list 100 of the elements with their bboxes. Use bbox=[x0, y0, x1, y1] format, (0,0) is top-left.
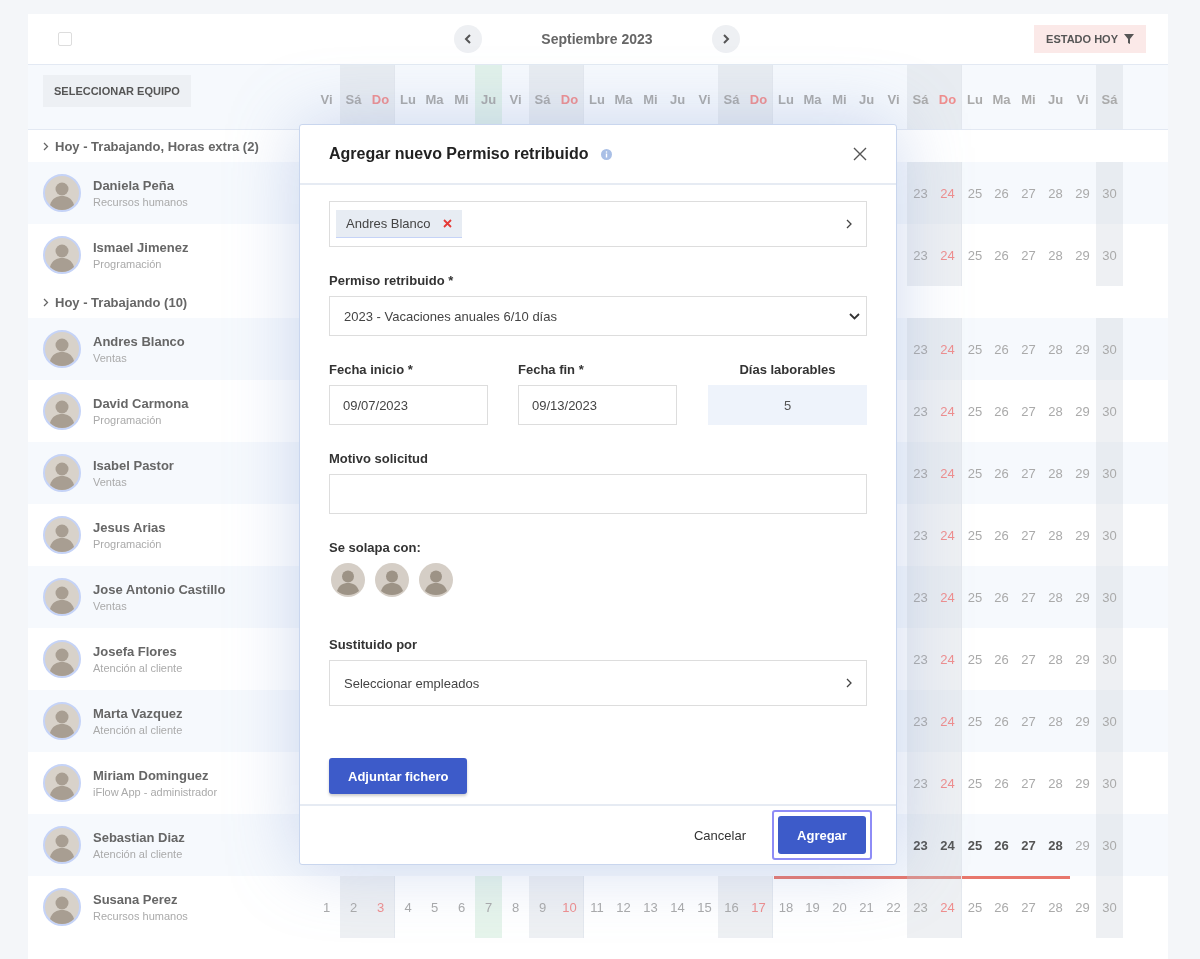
month-title: Septiembre 2023 bbox=[540, 31, 654, 47]
day-number: 27 bbox=[1020, 340, 1037, 359]
weekday-label: Vi bbox=[886, 90, 901, 109]
day-number: 26 bbox=[993, 712, 1010, 731]
day-number: 29 bbox=[1074, 340, 1091, 359]
select-all-checkbox[interactable] bbox=[58, 32, 72, 46]
day-number: 24 bbox=[934, 380, 961, 442]
day-number: 23 bbox=[907, 162, 934, 224]
add-button[interactable]: Agregar bbox=[778, 816, 866, 854]
day-number: 25 bbox=[961, 318, 988, 380]
weekday-label: Vi bbox=[697, 90, 712, 109]
day-number: 29 bbox=[1074, 184, 1091, 203]
end-date-field[interactable]: 09/13/2023 bbox=[518, 385, 677, 425]
select-team-button[interactable]: SELECCIONAR EQUIPO bbox=[43, 75, 191, 107]
day-number: 28 bbox=[1047, 246, 1064, 265]
employee-department: Recursos humanos bbox=[93, 196, 188, 208]
day-number: 8 bbox=[510, 898, 521, 917]
day-number: 27 bbox=[1020, 898, 1037, 917]
attach-file-button[interactable]: Adjuntar fichero bbox=[329, 758, 468, 794]
day-number: 24 bbox=[934, 224, 961, 286]
field-label: Se solapa con: bbox=[329, 540, 422, 555]
chevron-icon[interactable] bbox=[43, 297, 49, 307]
day-number: 28 bbox=[1047, 836, 1064, 855]
employee-name: Jesus Arias bbox=[93, 520, 166, 535]
day-number: 30 bbox=[1096, 690, 1123, 752]
weekday-label: Lu bbox=[961, 65, 988, 129]
employee-department: Atención al cliente bbox=[93, 848, 184, 860]
employee-name: Miriam Dominguez bbox=[93, 768, 210, 783]
employee-name: Marta Vazquez bbox=[93, 706, 183, 721]
day-number: 23 bbox=[907, 442, 934, 504]
remove-icon[interactable] bbox=[442, 219, 452, 228]
day-number: 28 bbox=[1047, 402, 1064, 421]
day-number: 23 bbox=[907, 752, 934, 814]
day-number: 23 bbox=[907, 876, 934, 938]
group-title: Hoy - Trabajando (10) bbox=[55, 294, 188, 310]
close-icon[interactable] bbox=[853, 147, 867, 161]
day-number: 30 bbox=[1096, 224, 1123, 286]
avatar bbox=[375, 563, 409, 597]
day-number: 27 bbox=[1020, 712, 1037, 731]
day-number: 29 bbox=[1074, 464, 1091, 483]
day-number: 24 bbox=[934, 814, 961, 876]
day-number: 29 bbox=[1074, 650, 1091, 669]
reason-field[interactable] bbox=[329, 474, 867, 514]
employee-name: Susana Perez bbox=[93, 892, 179, 907]
day-number: 30 bbox=[1096, 566, 1123, 628]
avatar bbox=[419, 563, 453, 597]
cancel-button[interactable]: Cancelar bbox=[693, 827, 746, 843]
substitute-select[interactable]: Seleccionar empleados bbox=[329, 660, 867, 706]
employee-select[interactable]: Andres Blanco bbox=[329, 201, 867, 247]
weekday-label: Vi bbox=[1075, 90, 1090, 109]
day-number: 25 bbox=[961, 876, 988, 938]
start-date-field[interactable]: 09/07/2023 bbox=[329, 385, 488, 425]
chevron-icon[interactable] bbox=[43, 141, 49, 151]
day-number: 28 bbox=[1047, 712, 1064, 731]
day-number: 2 bbox=[340, 876, 367, 938]
avatar bbox=[43, 330, 81, 368]
weekday-label: Ma bbox=[424, 90, 445, 109]
chevron-icon bbox=[846, 678, 852, 688]
day-number: 24 bbox=[934, 566, 961, 628]
weekday-label: Ju bbox=[1046, 90, 1065, 109]
day-number: 30 bbox=[1096, 752, 1123, 814]
employee-name: David Carmona bbox=[93, 396, 189, 411]
next-month-button[interactable] bbox=[712, 25, 740, 53]
employee-department: Recursos humanos bbox=[93, 910, 188, 922]
day-number: 23 bbox=[907, 628, 934, 690]
day-number: 1 bbox=[321, 898, 332, 917]
day-number: 30 bbox=[1096, 442, 1123, 504]
day-number: 15 bbox=[696, 898, 713, 917]
day-number: 29 bbox=[1074, 246, 1091, 265]
weekday-label: Ma bbox=[991, 90, 1012, 109]
employee-department: Programación bbox=[93, 414, 163, 426]
weekday-label: Sá bbox=[1096, 65, 1123, 129]
day-number: 24 bbox=[934, 504, 961, 566]
day-number: 28 bbox=[1047, 898, 1064, 917]
avatar bbox=[43, 702, 81, 740]
employee-name: Jose Antonio Castillo bbox=[93, 582, 226, 597]
day-number: 3 bbox=[367, 876, 394, 938]
day-number: 23 bbox=[907, 814, 934, 876]
caret-icon bbox=[849, 312, 860, 320]
day-number: 26 bbox=[993, 836, 1010, 855]
avatar bbox=[43, 640, 81, 678]
previous-month-button[interactable] bbox=[454, 25, 482, 53]
day-number: 25 bbox=[961, 162, 988, 224]
day-number: 26 bbox=[993, 340, 1010, 359]
day-number: 27 bbox=[1020, 246, 1037, 265]
weekday-label: Mi bbox=[1020, 90, 1037, 109]
day-number: 29 bbox=[1074, 526, 1091, 545]
leave-type-select[interactable]: 2023 - Vacaciones anuales 6/10 días bbox=[329, 296, 867, 336]
working-days-field: 5 bbox=[708, 385, 867, 425]
day-number: 21 bbox=[858, 898, 875, 917]
day-number: 27 bbox=[1020, 526, 1037, 545]
status-filter-button[interactable]: ESTADO HOY bbox=[1034, 25, 1146, 53]
day-number: 26 bbox=[993, 774, 1010, 793]
employee-department: Ventas bbox=[93, 600, 128, 612]
day-number: 25 bbox=[961, 690, 988, 752]
day-number: 27 bbox=[1020, 184, 1037, 203]
day-number: 24 bbox=[934, 628, 961, 690]
chevron-right-icon bbox=[722, 34, 730, 44]
day-number: 26 bbox=[993, 526, 1010, 545]
employee-chip: Andres Blanco bbox=[336, 210, 462, 238]
